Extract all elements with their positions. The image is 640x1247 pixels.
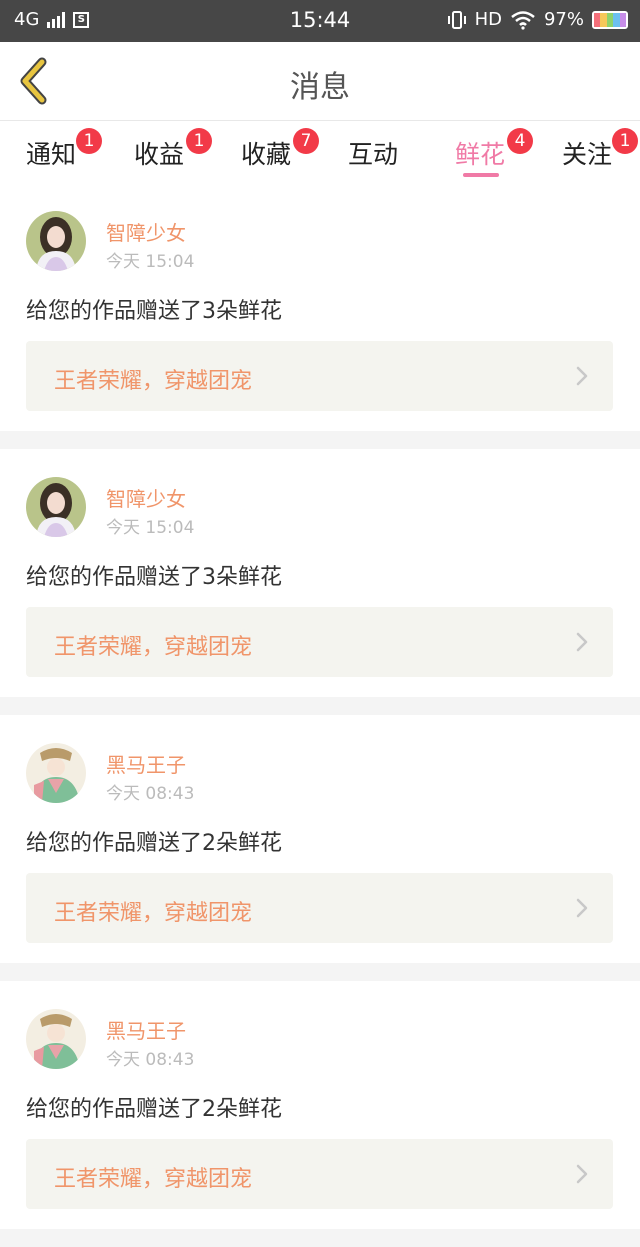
work-link[interactable]: 王者荣耀，穿越团宠 bbox=[26, 1139, 613, 1209]
battery-icon bbox=[592, 10, 628, 29]
wifi-icon bbox=[511, 10, 535, 30]
tab-label: 关注 bbox=[562, 140, 613, 169]
hd-label: HD bbox=[474, 9, 502, 30]
page-title: 消息 bbox=[290, 70, 350, 105]
work-title: 王者荣耀，穿越团宠 bbox=[54, 369, 253, 394]
work-link[interactable]: 王者荣耀，穿越团宠 bbox=[26, 873, 613, 943]
vibrate-icon bbox=[447, 10, 466, 29]
tab-label: 互动 bbox=[348, 140, 399, 169]
work-title: 王者荣耀，穿越团宠 bbox=[54, 1167, 253, 1192]
message-card: 黑马王子 今天 08:43 给您的作品赠送了2朵鲜花 王者荣耀，穿越团宠 bbox=[0, 715, 640, 963]
status-bar: 4G S 15:44 HD 97% bbox=[0, 0, 640, 42]
message-card: 智障少女 今天 15:04 给您的作品赠送了3朵鲜花 王者荣耀，穿越团宠 bbox=[0, 449, 640, 697]
tab-label: 通知 bbox=[26, 140, 77, 169]
tab-badge: 1 bbox=[76, 128, 102, 154]
message-text: 给您的作品赠送了3朵鲜花 bbox=[26, 299, 282, 324]
timestamp: 今天 15:04 bbox=[106, 252, 195, 272]
timestamp: 今天 08:43 bbox=[106, 1050, 195, 1070]
message-text: 给您的作品赠送了2朵鲜花 bbox=[26, 1097, 282, 1122]
tab-label: 收益 bbox=[134, 140, 185, 169]
username[interactable]: 黑马王子 bbox=[106, 749, 186, 778]
battery-percent: 97% bbox=[543, 9, 584, 30]
tab-badge: 1 bbox=[186, 128, 212, 154]
tab-badge: 1 bbox=[612, 128, 638, 154]
message-card: 智障少女 今天 15:04 给您的作品赠送了3朵鲜花 王者荣耀，穿越团宠 bbox=[0, 183, 640, 431]
message-text: 给您的作品赠送了3朵鲜花 bbox=[26, 565, 282, 590]
tab-follow[interactable]: 关注 1 bbox=[562, 128, 638, 171]
work-title: 王者荣耀，穿越团宠 bbox=[54, 635, 253, 660]
avatar[interactable] bbox=[26, 211, 86, 271]
avatar[interactable] bbox=[26, 477, 86, 537]
tab-notification[interactable]: 通知 1 bbox=[26, 128, 102, 171]
message-card: 黑马王子 今天 08:43 给您的作品赠送了2朵鲜花 王者荣耀，穿越团宠 bbox=[0, 981, 640, 1229]
tab-label: 鲜花 bbox=[455, 140, 506, 169]
tab-label: 收藏 bbox=[241, 140, 292, 169]
tab-badge: 4 bbox=[507, 128, 533, 154]
message-text: 给您的作品赠送了2朵鲜花 bbox=[26, 831, 282, 856]
active-tab-indicator bbox=[463, 173, 499, 177]
username[interactable]: 智障少女 bbox=[106, 217, 186, 246]
tab-bar: 通知 1 收益 1 收藏 7 互动 鲜花 4 关注 1 bbox=[0, 121, 640, 183]
timestamp: 今天 15:04 bbox=[106, 518, 195, 538]
work-link[interactable]: 王者荣耀，穿越团宠 bbox=[26, 341, 613, 411]
tab-interaction[interactable]: 互动 bbox=[348, 135, 398, 171]
status-right: HD 97% bbox=[447, 9, 628, 30]
tab-earnings[interactable]: 收益 1 bbox=[134, 128, 212, 171]
tab-flowers[interactable]: 鲜花 4 bbox=[455, 128, 533, 171]
username[interactable]: 黑马王子 bbox=[106, 1015, 186, 1044]
tab-badge: 7 bbox=[293, 128, 319, 154]
avatar[interactable] bbox=[26, 1009, 86, 1069]
tab-favorites[interactable]: 收藏 7 bbox=[241, 128, 319, 171]
avatar[interactable] bbox=[26, 743, 86, 803]
timestamp: 今天 08:43 bbox=[106, 784, 195, 804]
work-link[interactable]: 王者荣耀，穿越团宠 bbox=[26, 607, 613, 677]
message-list: 智障少女 今天 15:04 给您的作品赠送了3朵鲜花 王者荣耀，穿越团宠 智障少… bbox=[0, 183, 640, 1247]
chevron-right-icon bbox=[576, 898, 588, 918]
chevron-right-icon bbox=[576, 366, 588, 386]
username[interactable]: 智障少女 bbox=[106, 483, 186, 512]
chevron-right-icon bbox=[576, 632, 588, 652]
chevron-right-icon bbox=[576, 1164, 588, 1184]
work-title: 王者荣耀，穿越团宠 bbox=[54, 901, 253, 926]
nav-header: 消息 bbox=[0, 42, 640, 121]
